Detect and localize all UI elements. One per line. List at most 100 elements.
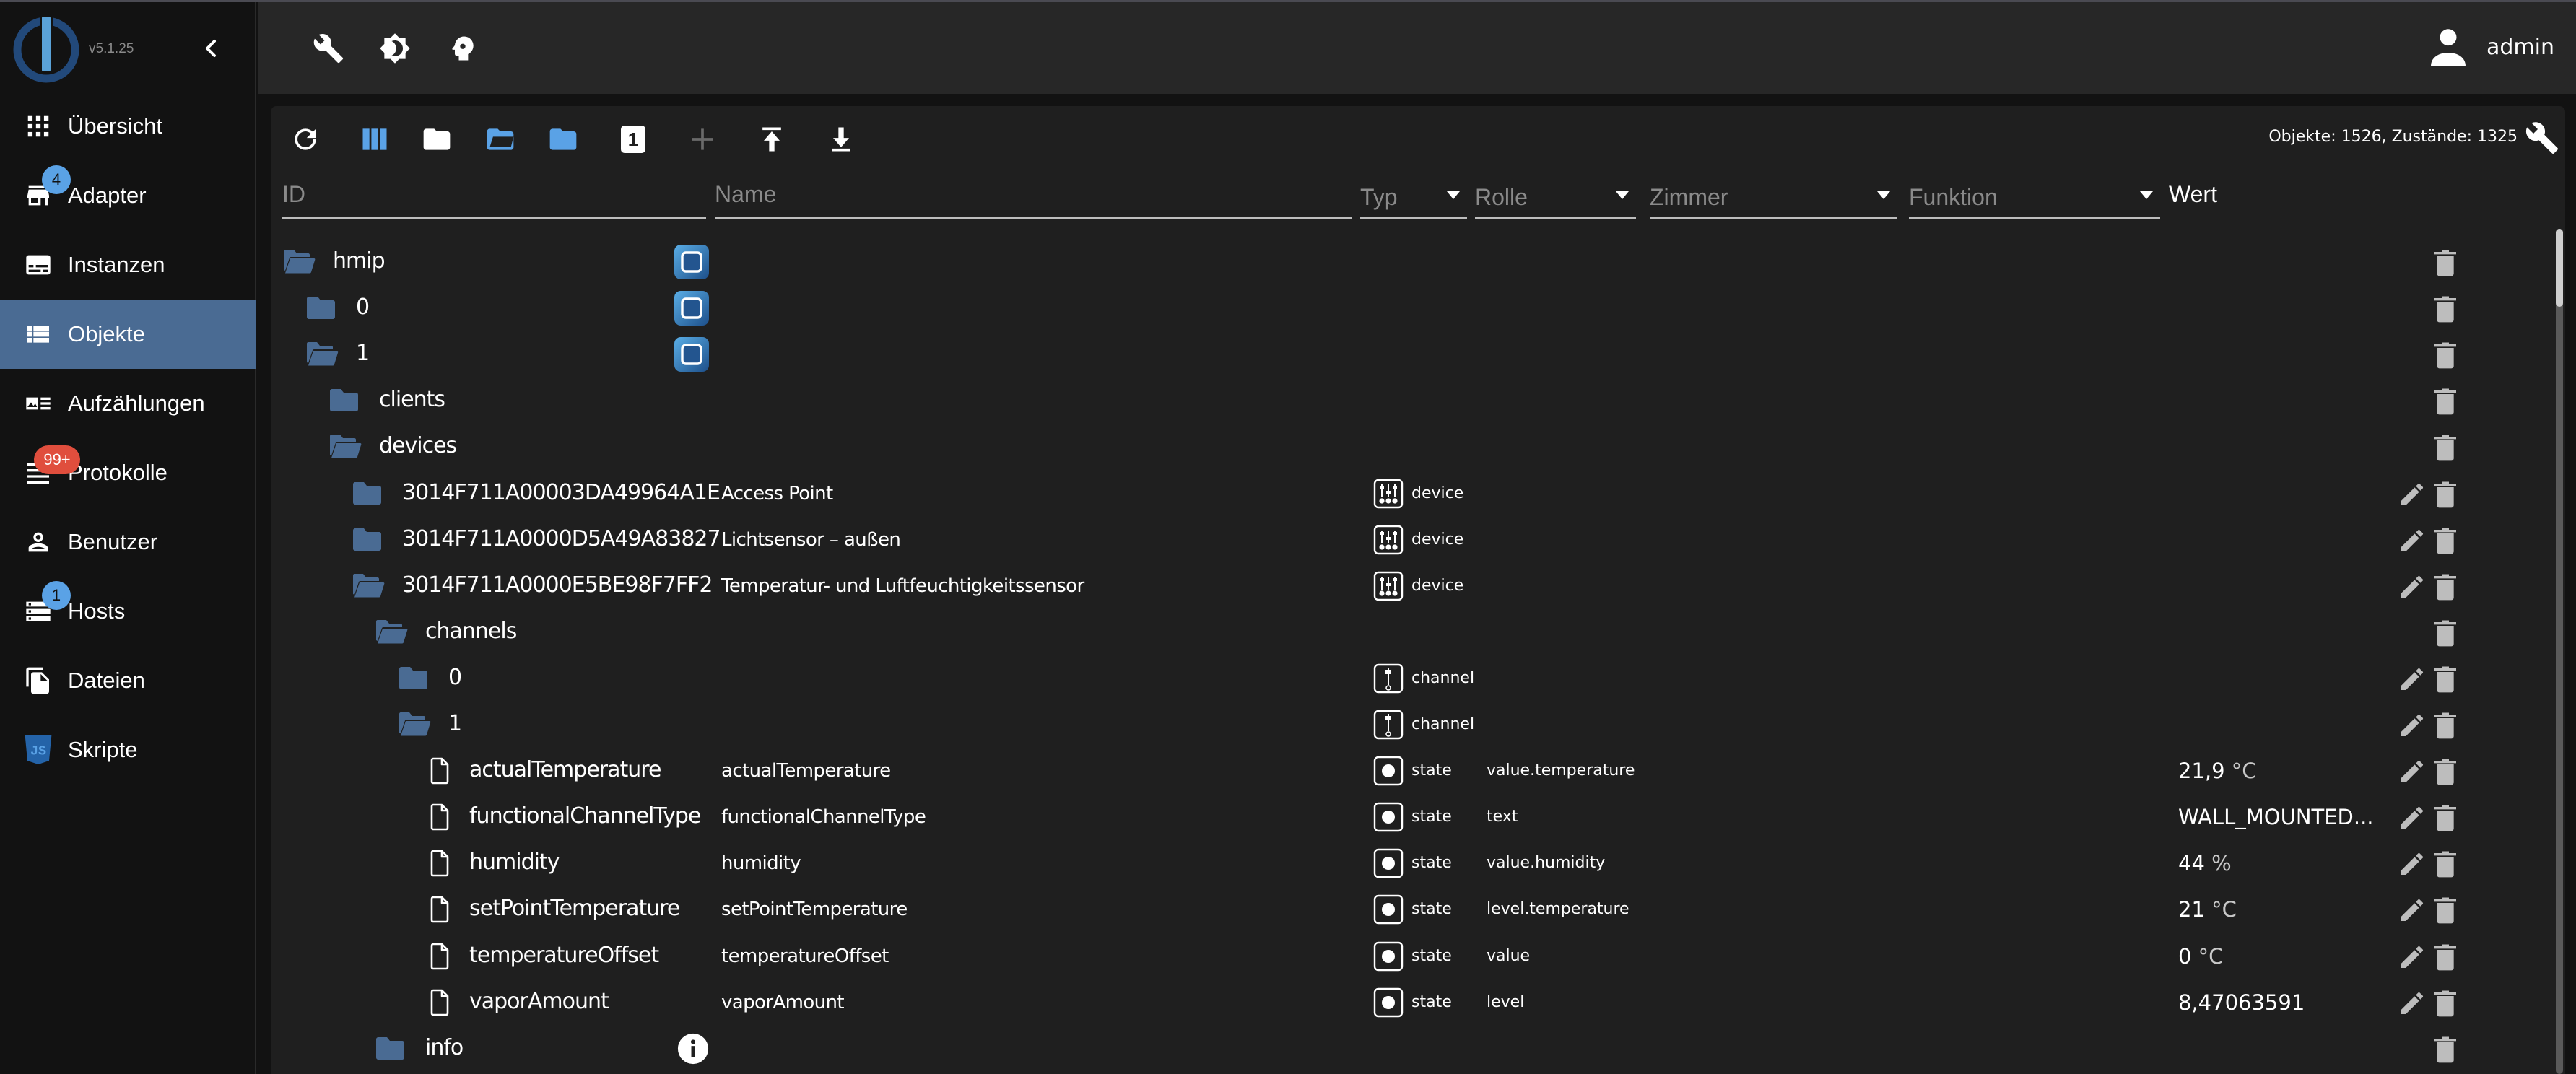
settings-wrench-button[interactable] [2525, 121, 2559, 155]
object-id[interactable]: 0 [356, 294, 370, 320]
object-value[interactable]: 0 °C [2178, 944, 2223, 969]
edit-button[interactable] [2398, 526, 2427, 555]
file-icon[interactable] [427, 757, 461, 785]
tree-row[interactable]: 0 channel [271, 655, 2545, 701]
object-value[interactable]: 21,9 °C [2178, 759, 2257, 783]
folder-icon[interactable] [375, 1035, 408, 1061]
object-id[interactable]: info [425, 1035, 464, 1060]
typ-filter-select[interactable]: Typ [1360, 175, 1467, 219]
sidebar-item-objekte[interactable]: Objekte [0, 300, 256, 369]
tree-row[interactable]: temperatureOffset temperatureOffset state v… [271, 933, 2545, 979]
folder-open-icon[interactable] [282, 248, 316, 274]
info-icon[interactable] [676, 1032, 710, 1065]
tree-row[interactable]: devices [271, 423, 2545, 469]
edit-button[interactable] [2398, 943, 2427, 972]
download-button[interactable] [825, 123, 857, 155]
sidebar-item-benutzer[interactable]: Benutzer [0, 507, 256, 577]
delete-button[interactable] [2432, 248, 2458, 277]
collapse-all-button[interactable] [421, 123, 453, 155]
object-id[interactable]: functionalChannelType [469, 803, 701, 829]
collapse-sidebar-button[interactable] [196, 34, 225, 63]
folder-icon[interactable] [305, 294, 339, 320]
edit-button[interactable] [2398, 989, 2427, 1018]
delete-button[interactable] [2432, 665, 2458, 694]
edit-button[interactable] [2398, 572, 2427, 601]
toggle-expert-button[interactable]: 1 [617, 123, 649, 155]
edit-button[interactable] [2398, 850, 2427, 878]
sidebar-item-hosts[interactable]: Hosts 1 [0, 577, 256, 646]
file-icon[interactable] [427, 850, 461, 877]
scrollbar[interactable] [2556, 229, 2563, 1074]
name-filter[interactable] [715, 175, 1352, 219]
delete-button[interactable] [2432, 850, 2458, 878]
delete-button[interactable] [2432, 387, 2458, 416]
edit-button[interactable] [2398, 480, 2427, 509]
delete-button[interactable] [2432, 943, 2458, 972]
rolle-filter-select[interactable]: Rolle [1475, 175, 1636, 219]
expand-one-level-button[interactable] [547, 123, 579, 155]
object-id[interactable]: devices [379, 433, 457, 458]
tree-row[interactable]: 3014F711A0000D5A49A83827 Lichtsensor – au… [271, 516, 2545, 562]
object-id[interactable]: 3014F711A00003DA49964A1E [402, 480, 721, 505]
delete-button[interactable] [2432, 341, 2458, 370]
iobroker-logo-icon[interactable] [10, 12, 82, 84]
edit-button[interactable] [2398, 896, 2427, 925]
sidebar-item-aufz-hlungen[interactable]: Aufzählungen [0, 369, 256, 438]
tree-row[interactable]: humidity humidity state value.humidity 44 % [271, 839, 2545, 886]
object-id[interactable]: channels [425, 619, 517, 644]
folder-icon[interactable] [328, 387, 362, 413]
tree-row[interactable]: clients [271, 377, 2545, 423]
refresh-button[interactable] [290, 123, 321, 155]
delete-button[interactable] [2432, 572, 2458, 601]
object-id[interactable]: humidity [469, 850, 560, 875]
object-value[interactable]: 44 % [2178, 851, 2232, 876]
edit-button[interactable] [2398, 665, 2427, 694]
tree-row[interactable]: hmip [271, 238, 2545, 284]
file-icon[interactable] [427, 803, 461, 831]
delete-button[interactable] [2432, 803, 2458, 832]
object-id[interactable]: setPointTemperature [469, 896, 680, 921]
delete-button[interactable] [2432, 896, 2458, 925]
theme-toggle-icon[interactable] [379, 32, 411, 64]
tree-row[interactable]: 0 [271, 284, 2545, 331]
object-value[interactable]: 8,47063591 [2178, 990, 2305, 1015]
edit-button[interactable] [2398, 803, 2427, 832]
object-id[interactable]: 1 [448, 711, 462, 736]
delete-button[interactable] [2432, 526, 2458, 555]
object-value[interactable]: WALL_MOUNTED... [2178, 805, 2374, 829]
delete-button[interactable] [2432, 989, 2458, 1018]
id-filter-input[interactable] [282, 181, 706, 208]
folder-icon[interactable] [398, 665, 431, 691]
folder-open-icon[interactable] [375, 619, 408, 645]
funktion-filter-select[interactable]: Funktion [1909, 175, 2160, 219]
object-id[interactable]: temperatureOffset [469, 943, 659, 968]
object-id[interactable]: 1 [356, 341, 370, 366]
sidebar-item-skripte[interactable]: JS Skripte [0, 715, 256, 785]
object-id[interactable]: 3014F711A0000D5A49A83827 [402, 526, 721, 551]
folder-open-icon[interactable] [328, 433, 362, 459]
expert-mode-icon[interactable] [447, 32, 479, 64]
zimmer-filter-select[interactable]: Zimmer [1650, 175, 1897, 219]
delete-button[interactable] [2432, 619, 2458, 647]
sidebar-item-dateien[interactable]: Dateien [0, 646, 256, 715]
object-id[interactable]: actualTemperature [469, 757, 661, 782]
tree-row[interactable]: 1 channel [271, 701, 2545, 747]
delete-button[interactable] [2432, 294, 2458, 323]
delete-button[interactable] [2432, 433, 2458, 462]
tree-row[interactable]: 1 [271, 331, 2545, 377]
file-icon[interactable] [427, 943, 461, 969]
object-id[interactable]: hmip [333, 248, 386, 274]
object-id[interactable]: 0 [448, 665, 462, 690]
object-id[interactable]: 3014F711A0000E5BE98F7FF2 [402, 572, 713, 598]
upload-button[interactable] [756, 123, 788, 155]
scrollbar-thumb[interactable] [2556, 229, 2563, 307]
delete-button[interactable] [2432, 480, 2458, 509]
edit-button[interactable] [2398, 757, 2427, 786]
user-menu[interactable]: admin [2423, 24, 2554, 70]
tree-row[interactable]: actualTemperature actualTemperature state v… [271, 747, 2545, 793]
tree-row[interactable]: setPointTemperature setPointTemperature st… [271, 886, 2545, 932]
tree-row[interactable]: 3014F711A0000E5BE98F7FF2 Temperatur- und … [271, 562, 2545, 608]
edit-button[interactable] [2398, 711, 2427, 740]
add-object-button[interactable] [687, 123, 718, 155]
tree-row[interactable]: vaporAmount vaporAmount state level 8,470635… [271, 979, 2545, 1025]
